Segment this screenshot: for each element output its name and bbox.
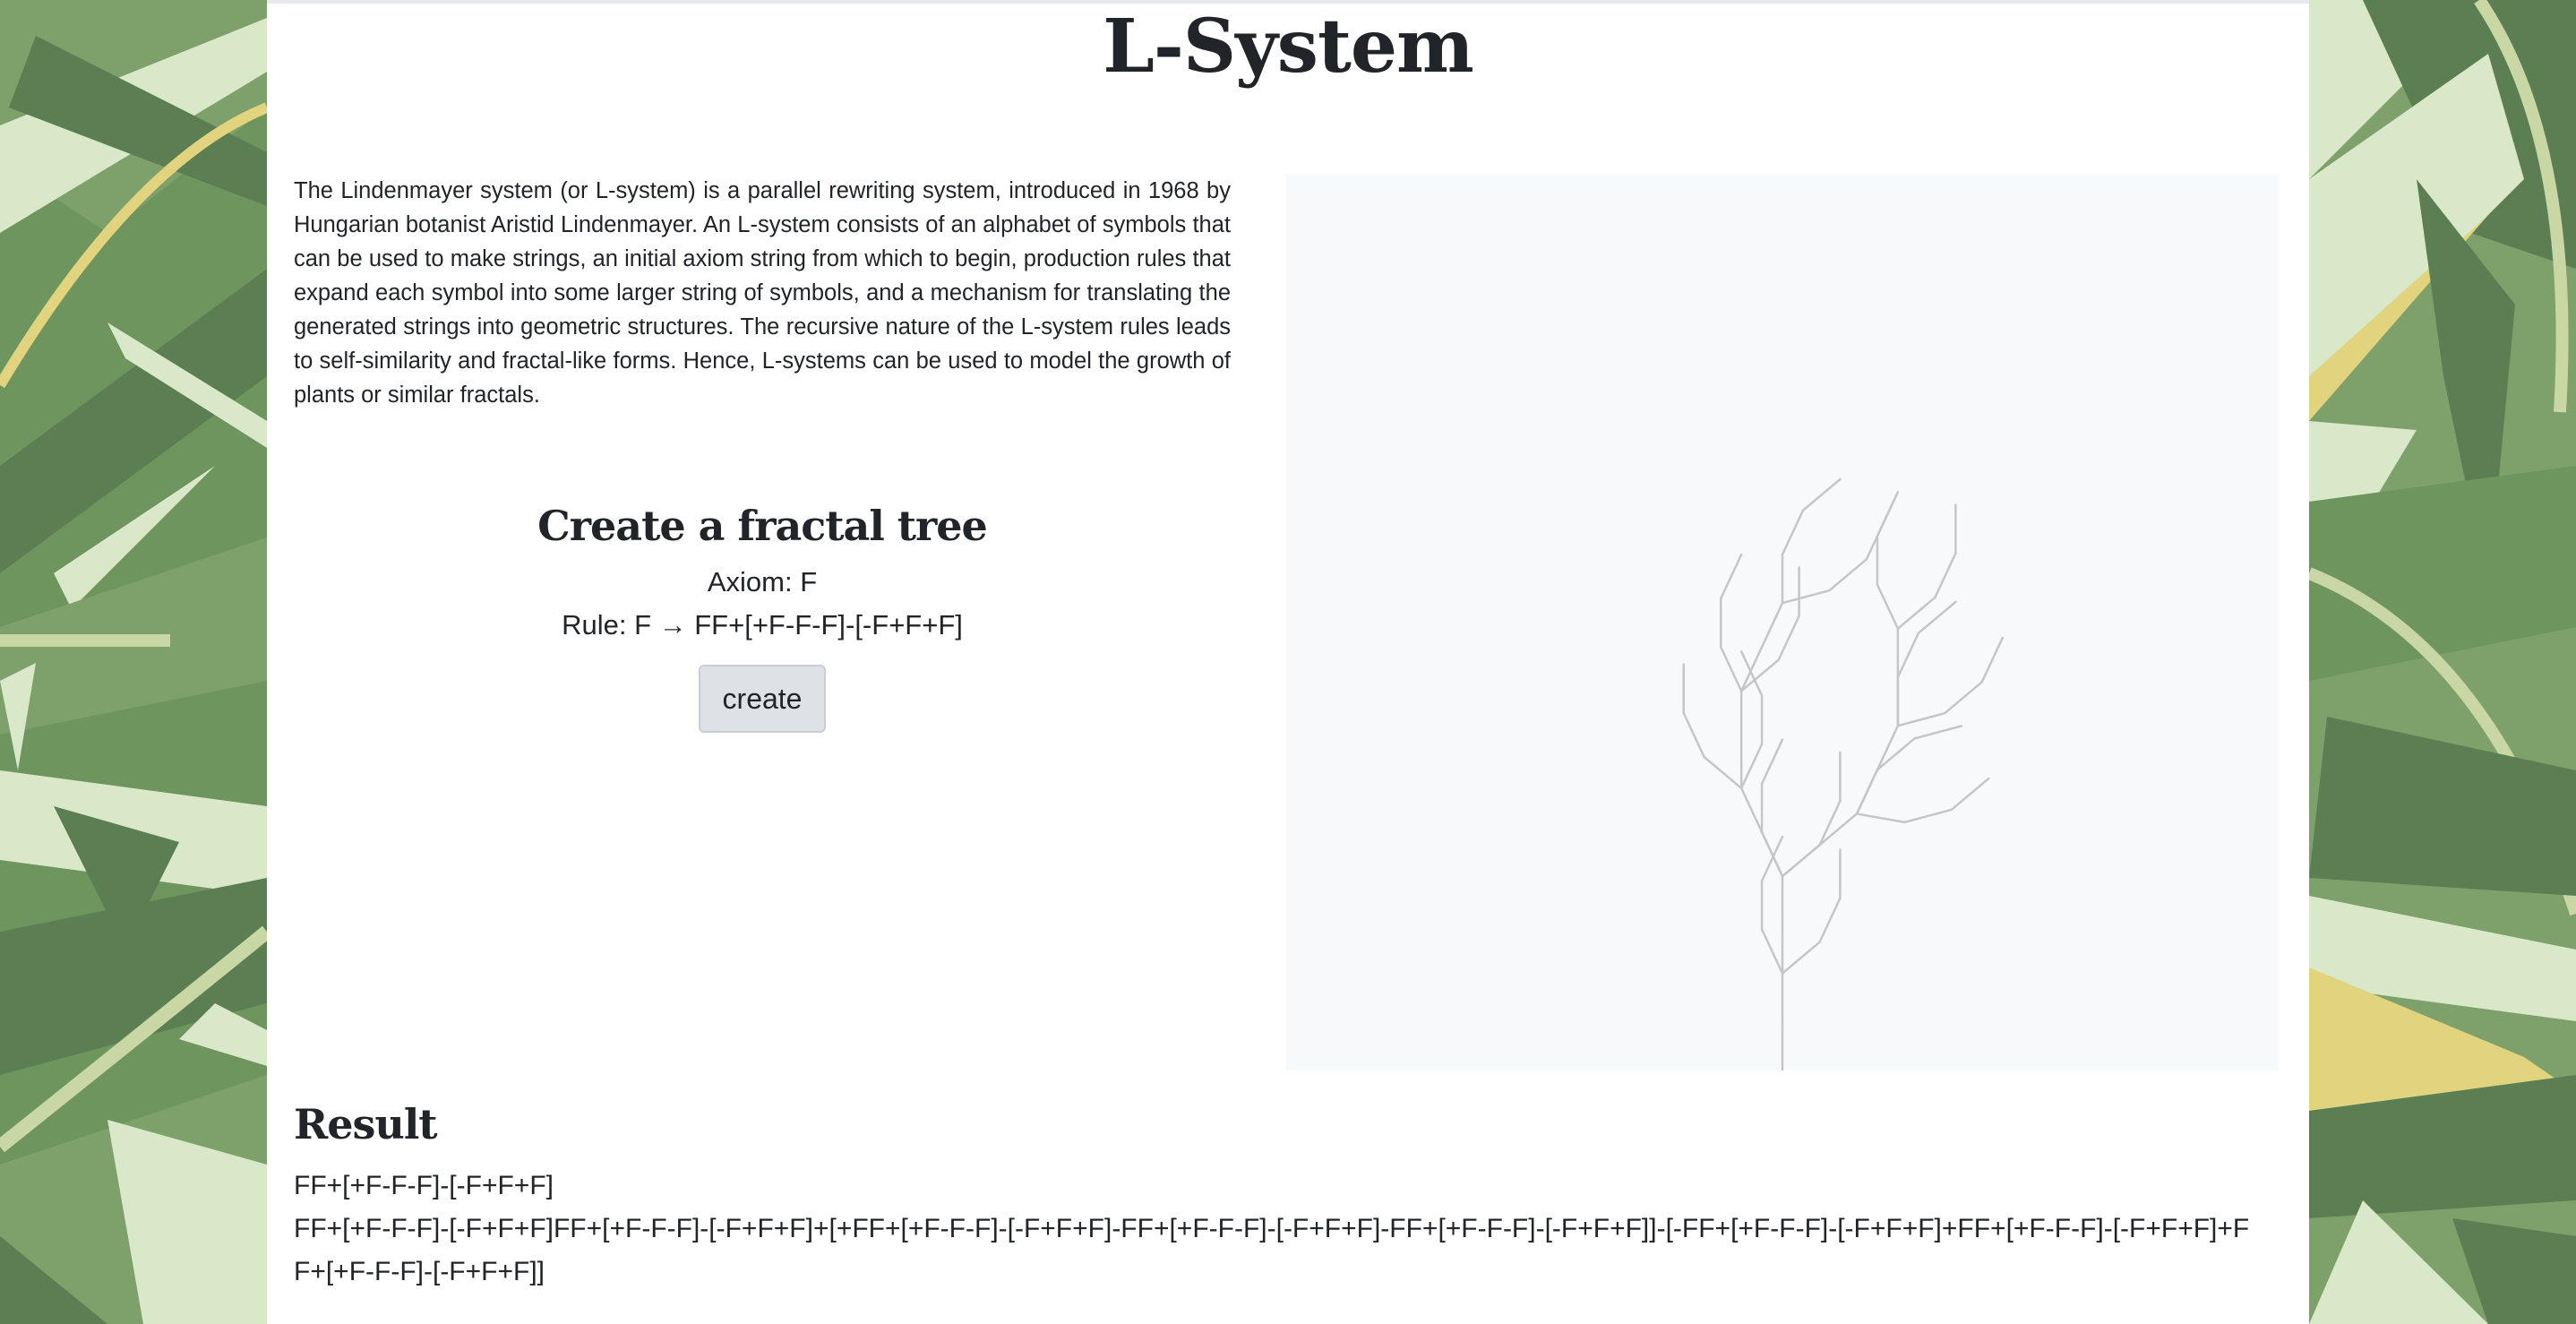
leaf-background-left: [0, 0, 267, 1324]
result-list: FF+[+F-F-F]-[-F+F+F] FF+[+F-F-F]-[-F+F+F…: [294, 1165, 2255, 1294]
tree-branch-segment: [1950, 777, 1990, 812]
tree-branch-segment: [1720, 646, 1743, 692]
tree-branch-segment: [1934, 552, 1957, 599]
axiom-text: Axiom: F: [707, 566, 818, 598]
tree-branch-segment: [1818, 799, 1842, 847]
tree-branch-segment: [1896, 711, 1946, 727]
tree-branch-segment: [1760, 928, 1784, 975]
main-content: L-System The Lindenmayer system (or L-sy…: [267, 0, 2309, 1324]
tree-branch-segment: [1739, 743, 1764, 790]
tree-branch-segment: [1760, 738, 1784, 786]
tree-branch-segment: [1980, 636, 2004, 683]
tree-branch-segment: [1760, 830, 1784, 878]
create-heading: Create a fractal tree: [537, 502, 988, 550]
result-generation-2: FF+[+F-F-F]-[-F+F+F]FF+[+F-F-F]-[-F+F+F]…: [294, 1214, 2250, 1286]
tree-branch-segment: [1760, 835, 1784, 882]
tree-branch-segment: [1943, 681, 1984, 715]
rule-text: Rule: F → FF+[+F-F-F]-[-F+F+F]: [562, 609, 963, 641]
page-title: L-System: [1103, 4, 1474, 90]
tree-branch-segment: [1720, 553, 1743, 600]
tree-branch-segment: [1760, 601, 1784, 649]
tree-branch-segment: [1896, 632, 1920, 679]
tree-branch-segment: [1781, 589, 1831, 605]
result-heading: Result: [294, 1100, 438, 1148]
tree-branch-segment: [1828, 558, 1868, 592]
tree-branch-segment: [1855, 769, 1879, 815]
tree-branch-segment: [1818, 812, 1859, 847]
tree-branch-segment: [1781, 509, 1805, 556]
create-button[interactable]: create: [699, 665, 826, 733]
create-section: Create a fractal tree Axiom: F Rule: F →…: [294, 491, 1231, 733]
tree-branch-segment: [1781, 844, 1821, 878]
tree-branch-segment: [1855, 812, 1906, 824]
tree-branch-segment: [1739, 787, 1764, 834]
intro-paragraph: The Lindenmayer system (or L-system) is …: [294, 178, 1231, 408]
tree-branch-segment: [1818, 897, 1842, 943]
fractal-tree-drawing: [1682, 477, 2004, 1070]
leaf-background-right: [2309, 0, 2576, 1324]
tree-branch-segment: [1682, 711, 1705, 759]
tree-branch-segment: [1739, 646, 1764, 692]
tree-branch-segment: [1913, 725, 1963, 740]
tree-canvas: [1286, 175, 2279, 1070]
tree-branch-segment: [1801, 477, 1842, 512]
tree-branch-segment: [1777, 615, 1800, 661]
result-generation-1: FF+[+F-F-F]-[-F+F+F]: [294, 1171, 554, 1200]
tree-branch-segment: [1781, 941, 1821, 975]
tree-branch-segment: [1876, 583, 1900, 631]
tree-branch-segment: [1876, 724, 1900, 771]
tree-branch-segment: [1703, 755, 1743, 790]
tree-branch-segment: [1903, 808, 1953, 824]
tree-branch-segment: [1876, 737, 1916, 771]
